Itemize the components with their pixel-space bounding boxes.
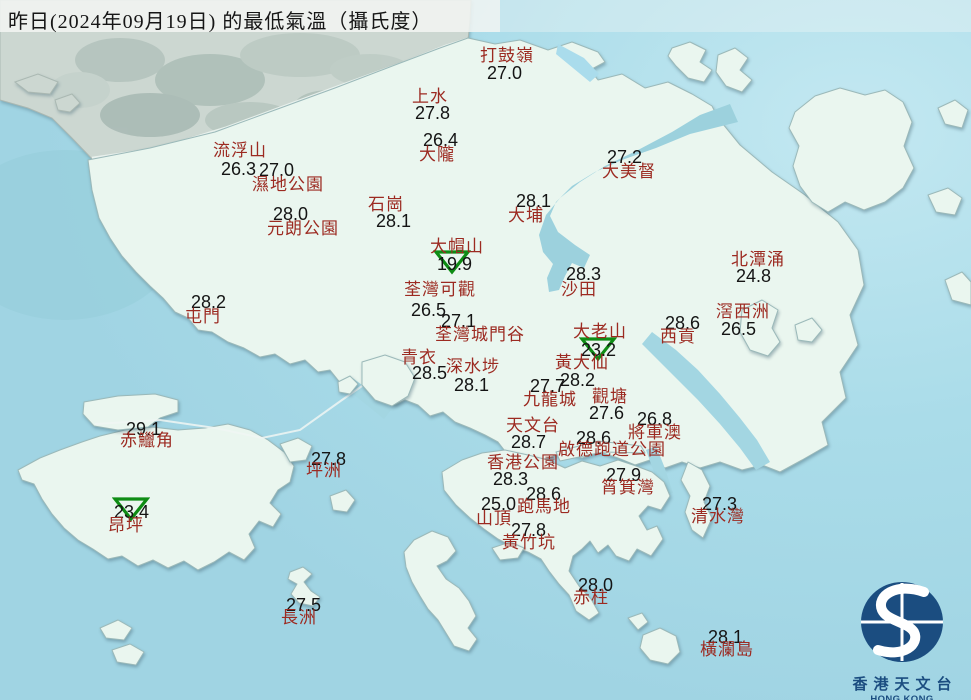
station-name-label: 香港公園 [487,453,559,472]
station-name-label: 沙田 [561,280,597,299]
station-temperature-value: 27.6 [589,403,625,423]
station-name-label: 大埔 [508,206,544,225]
station-temperature-value: 26.5 [721,319,757,339]
station-name-label: 深水埗 [446,357,500,376]
station-name-label: 清水灣 [691,507,745,526]
hong-kong-basemap [0,0,971,700]
station-temperature-value: 27.0 [487,63,523,83]
station-name-label: 天文台 [506,416,560,435]
station-name-label: 石崗 [368,195,404,214]
station-name-label: 流浮山 [213,141,267,160]
station-temperature-value: 26.3 [221,159,257,179]
station-name-label: 打鼓嶺 [480,46,534,65]
station-name-label: 赤柱 [573,588,609,607]
station-name-label: 啟德跑道公園 [558,440,666,459]
station-name-label: 坪洲 [306,461,342,480]
station-temperature-value: 28.2 [560,370,596,390]
station-name-label: 將軍澳 [628,423,682,442]
station-name-label: 赤鱲角 [120,431,174,450]
station-name-label: 青衣 [401,348,437,367]
station-temperature-value: 28.7 [511,432,547,452]
station-name-label: 屯門 [185,307,221,326]
station-name-label: 荃灣城門谷 [435,325,525,344]
station-name-label: 黃竹坑 [502,533,556,552]
station-name-label: 昂坪 [108,516,144,535]
station-name-label: 橫瀾島 [700,640,754,659]
station-name-label: 跑馬地 [517,497,571,516]
hko-logo-chinese-name: 香港天文台 [852,677,958,693]
station-temperature-value: 28.1 [376,211,412,231]
hko-logo-english-name: HONG KONG OBSERVATORY [870,694,934,700]
station-name-label: 北潭涌 [731,250,785,269]
station-name-label: 荃灣可觀 [404,280,476,299]
station-name-label: 長洲 [281,608,317,627]
station-name-label: 大老山 [573,322,627,341]
station-temperature-value: 27.8 [415,103,451,123]
station-name-label: 九龍城 [523,390,577,409]
map-title: 昨日(2024年09月19日) 的最低氣溫（攝氏度） [8,11,433,33]
station-temperature-value: 19.9 [437,254,473,274]
station-name-label: 上水 [412,87,448,106]
station-temperature-value: 28.1 [454,375,490,395]
station-name-label: 山頂 [476,509,512,528]
station-temperature-value: 28.3 [493,469,529,489]
northeast-big-island [788,87,915,213]
hko-logo-emblem [861,582,943,662]
hko-logo: 香港天文台 HONG KONG OBSERVATORY [836,578,968,700]
title-backdrop-right [500,0,971,32]
station-name-label: 元朗公園 [267,219,339,238]
weather-map-page: 昨日(2024年09月19日) 的最低氣溫（攝氏度） 27.0 打鼓嶺 27.8 上水… [0,0,971,700]
station-name-label: 大美督 [602,162,656,181]
station-name-label: 黃大仙 [555,353,609,372]
station-name-label: 大帽山 [430,237,484,256]
station-name-label: 西貢 [660,327,696,346]
station-temperature-value: 24.8 [736,266,772,286]
station-name-label: 濕地公園 [252,175,324,194]
station-name-label: 筲箕灣 [601,478,655,497]
station-name-label: 滘西洲 [716,302,770,321]
station-name-label: 觀塘 [592,387,628,406]
station-name-label: 大隴 [419,145,455,164]
